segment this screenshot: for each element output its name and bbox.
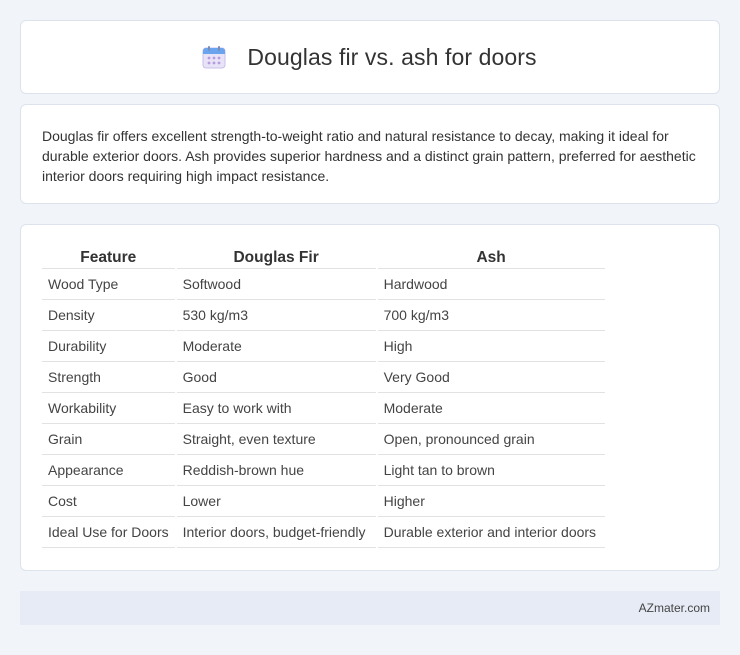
douglas-fir-cell: Softwood [176, 269, 376, 300]
feature-cell: Appearance [42, 455, 175, 486]
douglas-fir-cell: Moderate [176, 331, 376, 362]
column-header-feature: Feature [42, 246, 175, 269]
table-card: Feature Douglas Fir Ash Wood Type Softwo… [20, 224, 720, 571]
table-row: Cost Lower Higher [42, 486, 605, 517]
table-row: Ideal Use for Doors Interior doors, budg… [42, 517, 605, 548]
title-card: Douglas fir vs. ash for doors [20, 20, 720, 94]
ash-cell: Moderate [377, 393, 605, 424]
feature-cell: Wood Type [42, 269, 175, 300]
feature-cell: Density [42, 300, 175, 331]
douglas-fir-cell: Reddish-brown hue [176, 455, 376, 486]
ash-cell: Durable exterior and interior doors [377, 517, 605, 548]
ash-cell: Light tan to brown [377, 455, 605, 486]
calendar-icon [201, 44, 227, 70]
table-row: Appearance Reddish-brown hue Light tan t… [42, 455, 605, 486]
table-row: Strength Good Very Good [42, 362, 605, 393]
footer: AZmater.com [20, 591, 720, 625]
douglas-fir-cell: Good [176, 362, 376, 393]
ash-cell: 700 kg/m3 [377, 300, 605, 331]
feature-cell: Cost [42, 486, 175, 517]
feature-cell: Ideal Use for Doors [42, 517, 175, 548]
column-header-douglas-fir: Douglas Fir [176, 246, 376, 269]
summary-card: Douglas fir offers excellent strength-to… [20, 104, 720, 204]
footer-source-link[interactable]: AZmater.com [639, 601, 710, 615]
feature-cell: Grain [42, 424, 175, 455]
summary-text: Douglas fir offers excellent strength-to… [42, 128, 696, 184]
douglas-fir-cell: 530 kg/m3 [176, 300, 376, 331]
table-header-row: Feature Douglas Fir Ash [42, 246, 605, 269]
ash-cell: Open, pronounced grain [377, 424, 605, 455]
douglas-fir-cell: Easy to work with [176, 393, 376, 424]
table-row: Wood Type Softwood Hardwood [42, 269, 605, 300]
douglas-fir-cell: Interior doors, budget-friendly [176, 517, 376, 548]
ash-cell: High [377, 331, 605, 362]
ash-cell: Hardwood [377, 269, 605, 300]
ash-cell: Very Good [377, 362, 605, 393]
table-row: Grain Straight, even texture Open, prono… [42, 424, 605, 455]
feature-cell: Workability [42, 393, 175, 424]
ash-cell: Higher [377, 486, 605, 517]
page-title: Douglas fir vs. ash for doors [247, 43, 537, 70]
feature-cell: Strength [42, 362, 175, 393]
column-header-ash: Ash [377, 246, 605, 269]
comparison-table: Feature Douglas Fir Ash Wood Type Softwo… [40, 246, 607, 548]
table-row: Durability Moderate High [42, 331, 605, 362]
title-wrap: Douglas fir vs. ash for doors [201, 43, 537, 71]
douglas-fir-cell: Lower [176, 486, 376, 517]
table-row: Density 530 kg/m3 700 kg/m3 [42, 300, 605, 331]
table-row: Workability Easy to work with Moderate [42, 393, 605, 424]
douglas-fir-cell: Straight, even texture [176, 424, 376, 455]
feature-cell: Durability [42, 331, 175, 362]
